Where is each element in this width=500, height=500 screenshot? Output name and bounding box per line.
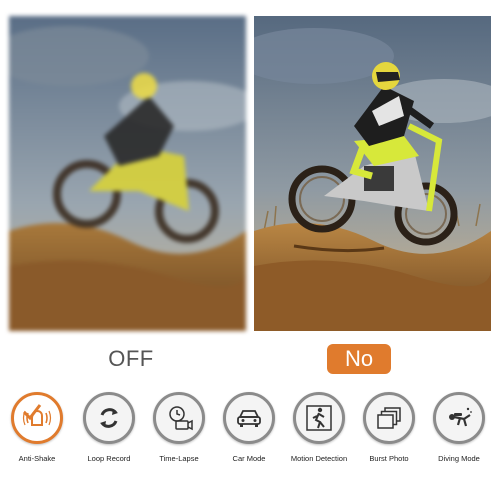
feature-loop-record: Loop Record <box>78 392 140 463</box>
feature-motion-detection: Motion Detection <box>288 392 350 463</box>
diving-mode-icon <box>449 407 472 427</box>
feature-car-mode: Car Mode <box>218 392 280 463</box>
feature-label: Motion Detection <box>290 454 348 463</box>
feature-burst-photo: Burst Photo <box>358 392 420 463</box>
feature-label: Car Mode <box>232 454 266 463</box>
feature-time-lapse: Time-Lapse <box>148 392 210 463</box>
checkmark-icon <box>22 404 42 421</box>
label-on-badge: No <box>327 344 391 374</box>
photo-blurred <box>9 16 246 331</box>
feature-diving-mode: Diving Mode <box>428 392 490 463</box>
car-mode-icon <box>237 410 261 427</box>
burst-photo-icon <box>377 407 401 429</box>
feature-label: Loop Record <box>87 454 131 463</box>
label-off: OFF <box>108 346 154 371</box>
time-lapse-icon <box>169 406 193 431</box>
feature-label: Burst Photo <box>369 454 409 463</box>
motion-detection-icon <box>306 405 332 431</box>
loop-record-icon <box>100 408 118 428</box>
feature-label: Diving Mode <box>438 454 480 463</box>
feature-anti-shake: Anti-Shake <box>6 392 68 463</box>
feature-label: Anti-Shake <box>18 454 56 463</box>
photo-stabilized <box>254 16 491 331</box>
feature-label: Time-Lapse <box>159 454 199 463</box>
